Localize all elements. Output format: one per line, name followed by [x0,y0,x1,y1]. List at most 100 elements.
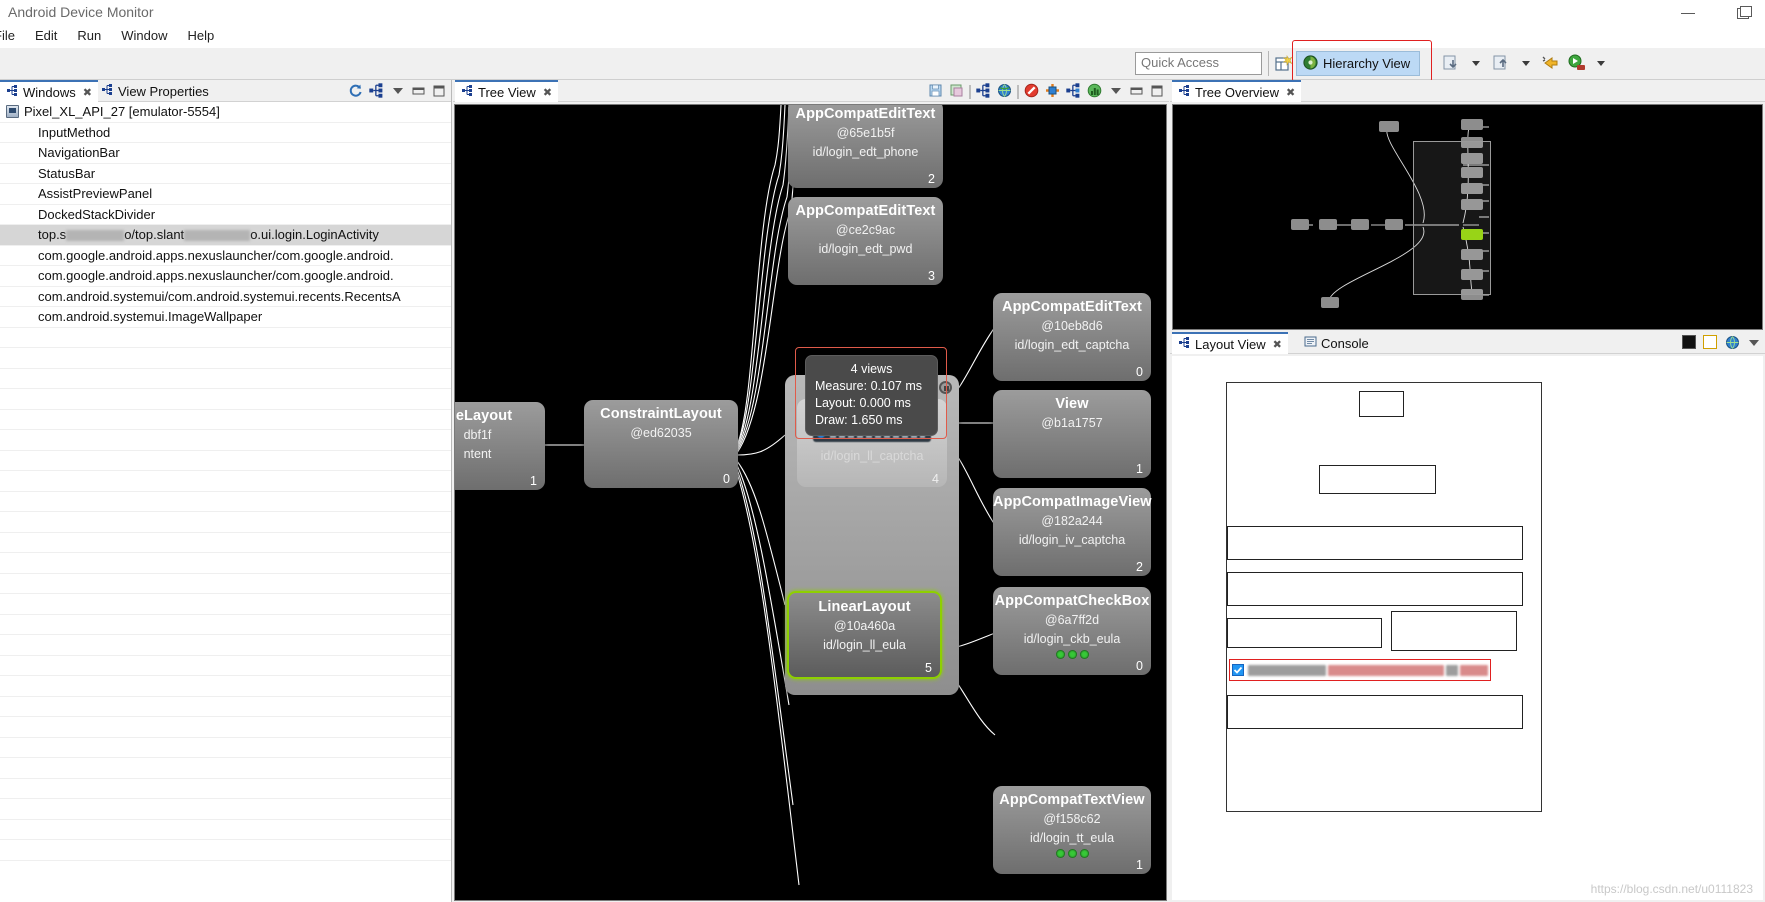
view-menu-caret[interactable] [1745,334,1762,351]
tree-node-selected[interactable]: LinearLayout @10a460a id/login_ll_eula 5 [787,591,942,679]
quick-access-input[interactable]: Quick Access [1135,52,1262,75]
tree-node[interactable]: meLayout dbf1f ntent 1 [455,402,545,490]
tree-node[interactable]: AppCompatEditText @65e1b5f id/login_edt_… [788,105,943,188]
tooltip-measure: Measure: 0.107 ms [815,379,922,393]
tree-node-hash: dbf1f [463,428,492,442]
tree-node-class: AppCompatImageView [993,494,1152,510]
capture-layers-icon[interactable] [948,82,965,99]
tree-node[interactable]: AppCompatCheckBox @6a7ff2d id/login_ckb_… [993,587,1151,675]
tree-node[interactable]: View @b1a1757 1 [993,390,1151,478]
black-swatch-icon[interactable] [1682,334,1699,351]
overview-viewport-rect[interactable] [1413,141,1491,295]
list-item[interactable]: NavigationBar [0,143,451,164]
tree-node[interactable]: ConstraintLayout @ed62035 0 [584,400,738,488]
minimize-icon[interactable] [410,82,427,99]
tab-windows-close-icon[interactable]: ✖ [83,86,92,99]
toolbar-separator [969,84,971,99]
load-view-hierarchy-icon[interactable] [368,82,385,99]
list-item[interactable]: com.google.android.apps.nexuslauncher/co… [0,266,451,287]
export-dropdown-caret[interactable] [1515,52,1537,74]
overview-node [1379,121,1399,132]
tree-node-class: View [1055,396,1089,412]
tree-node[interactable]: AppCompatImageView @182a244 id/login_iv_… [993,488,1152,576]
tab-tree-view[interactable]: Tree View ✖ [455,80,559,102]
request-layout-icon[interactable] [1044,82,1061,99]
dump-display-list-icon[interactable] [1065,82,1082,99]
tree-node[interactable]: AppCompatEditText @ce2c9ac id/login_edt_… [788,197,943,285]
list-filler [0,348,451,369]
tab-layout-view[interactable]: Layout View ✖ [1172,332,1288,354]
collapse-node-icon[interactable] [939,381,952,394]
preview-box-logo [1359,391,1404,417]
refresh-icon[interactable] [347,82,364,99]
windows-list[interactable]: Pixel_XL_API_27 [emulator-5554] InputMet… [0,102,451,902]
window-title: Android Device Monitor [8,4,154,20]
list-filler [0,779,451,799]
menu-item-edit[interactable]: Edit [25,26,67,45]
run-icon[interactable] [1565,52,1587,74]
menu-item-help[interactable]: Help [177,26,224,45]
tree-node[interactable]: AppCompatEditText @10eb8d6 id/login_edt_… [993,293,1151,381]
list-item[interactable]: InputMethod [0,123,451,143]
tab-tree-overview-label: Tree Overview [1195,84,1280,100]
inspect-icon[interactable] [1540,52,1562,74]
display-view-icon[interactable] [975,82,992,99]
preview-eula-checkbox[interactable] [1232,664,1244,676]
tab-windows[interactable]: Windows ✖ [0,80,98,102]
profile-node-icon[interactable] [1086,82,1103,99]
device-label: Pixel_XL_API_27 [emulator-5554] [24,104,220,120]
invalidate-icon[interactable] [1023,82,1040,99]
perspective-tab-hierarchy-view[interactable]: Hierarchy View [1296,51,1421,76]
restore-button[interactable] [1733,2,1755,24]
list-item-label: DockedStackDivider [38,206,156,222]
overview-node [1351,219,1369,230]
windows-list-device-row[interactable]: Pixel_XL_API_27 [emulator-5554] [0,102,451,123]
list-item[interactable]: StatusBar [0,164,451,184]
tab-tree-view-close-icon[interactable]: ✖ [543,86,552,99]
tree-overview-panel: Tree Overview ✖ [1170,80,1765,332]
export-icon[interactable] [1490,52,1512,74]
minimize-button[interactable] [1677,2,1699,24]
tree-view-canvas[interactable]: meLayout dbf1f ntent 1 ConstraintLayout … [454,104,1167,901]
import-dropdown-caret[interactable] [1465,52,1487,74]
menu-item-window[interactable]: Window [111,26,177,45]
list-item[interactable]: com.android.systemui.ImageWallpaper [0,307,451,328]
tab-layout-view-close-icon[interactable]: ✖ [1273,338,1282,351]
list-item[interactable]: AssistPreviewPanel [0,184,451,205]
list-item[interactable]: com.android.systemui/com.android.systemu… [0,287,451,307]
new-perspective-icon[interactable] [1272,53,1294,75]
layout-view-canvas[interactable]: https://blog.csdn.net/u0111823 [1172,356,1763,900]
view-menu-caret[interactable] [1107,82,1124,99]
tree-node-resource-id: id/login_ll_eula [823,638,906,652]
list-item-label-redacted: top.s o/top.slant o.ui.login.LoginActivity [38,227,379,243]
tree-node-child-count: 2 [1136,560,1143,574]
import-icon[interactable] [1440,52,1462,74]
minimize-icon[interactable] [1128,82,1145,99]
run-dropdown-caret[interactable] [1590,52,1612,74]
menu-item-run[interactable]: Run [67,26,111,45]
list-item[interactable]: DockedStackDivider [0,205,451,225]
list-filler [0,492,451,512]
maximize-icon[interactable] [1149,82,1166,99]
view-menu-caret[interactable] [389,82,406,99]
list-item-selected[interactable]: top.s o/top.slant o.ui.login.LoginActivity [0,225,451,246]
globe-icon[interactable] [1724,334,1741,351]
save-as-png-icon[interactable] [927,82,944,99]
device-layout-preview[interactable] [1226,382,1542,812]
layout-view-panel: Layout View ✖ Console https://blog.csdn.… [1170,332,1765,902]
load-overlay-icon[interactable] [996,82,1013,99]
tree-overview-canvas[interactable] [1172,104,1763,330]
tab-console[interactable]: Console [1298,332,1375,354]
preview-box-captcha-image [1391,611,1517,651]
tab-view-properties[interactable]: View Properties [95,80,215,102]
menu-bar: File Edit Run Window Help [0,26,1765,48]
list-filler [0,820,451,840]
menu-item-file[interactable]: File [0,26,25,45]
white-swatch-icon[interactable] [1703,334,1720,351]
tab-tree-overview[interactable]: Tree Overview ✖ [1172,80,1302,102]
tree-node[interactable]: AppCompatTextView @f158c62 id/login_tt_e… [993,786,1151,874]
tree-node-child-count: 1 [1136,858,1143,872]
list-item[interactable]: com.google.android.apps.nexuslauncher/co… [0,246,451,266]
tab-tree-overview-close-icon[interactable]: ✖ [1286,86,1295,99]
maximize-icon[interactable] [431,82,448,99]
